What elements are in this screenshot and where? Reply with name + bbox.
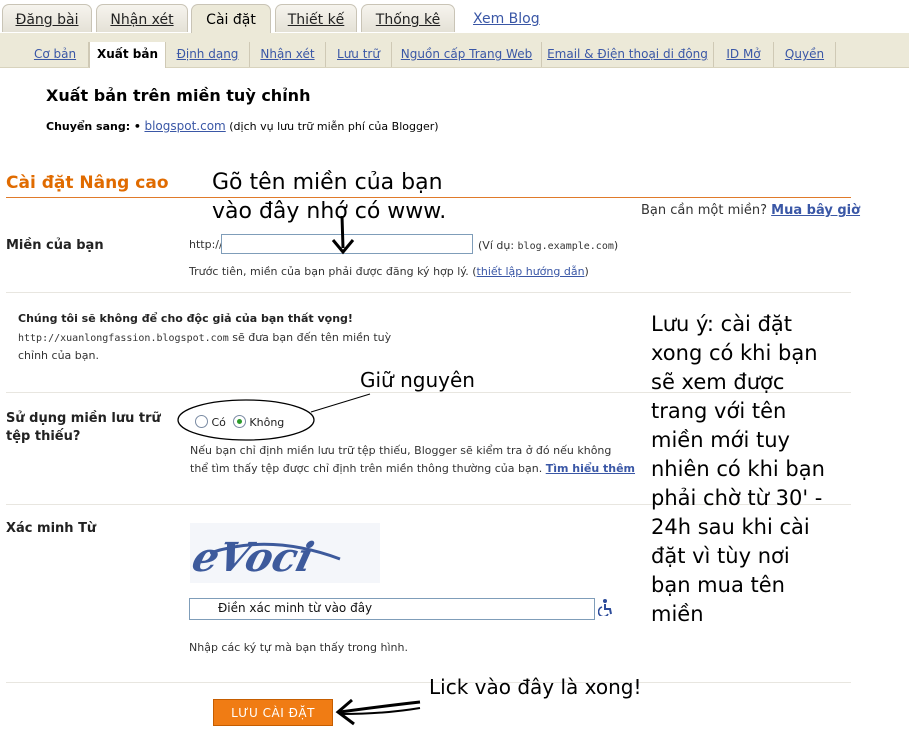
captcha-image: eVoci	[190, 523, 380, 583]
annotation-note-line: Lưu ý: cài đặt	[651, 312, 793, 336]
subtab-openid[interactable]: ID Mở	[714, 42, 774, 67]
missing-files-help-text2: thể tìm thấy tệp được chỉ định trên miền…	[190, 462, 543, 475]
domain-label: Miền của bạn	[6, 238, 104, 253]
promise-line1: http://xuanlongfassion.blogspot.com sẽ đ…	[18, 331, 391, 344]
domain-example-suffix: )	[613, 239, 619, 252]
annotation-enter-domain-line1: Gõ tên miền của bạn	[212, 170, 443, 195]
annotation-click-here: Lick vào đây là xong!	[429, 675, 642, 699]
verify-label: Xác minh Từ	[6, 521, 97, 536]
annotation-note-line: trang với tên	[651, 399, 787, 423]
switch-note: (dịch vụ lưu trữ miễn phí của Blogger)	[229, 120, 439, 133]
annotation-note-line: 24h sau khi cài	[651, 515, 810, 539]
http-prefix: http://	[189, 238, 223, 251]
missing-files-help: Nếu bạn chỉ định miền lưu trữ tệp thiếu,…	[190, 442, 635, 478]
switch-row: Chuyển sang: • blogspot.com (dịch vụ lưu…	[46, 119, 439, 133]
arrow-down-icon	[331, 215, 355, 255]
ellipse-highlight	[177, 393, 371, 441]
annotation-keep: Giữ nguyên	[360, 368, 475, 392]
promise-title: Chúng tôi sẽ không để cho độc giả của bạ…	[18, 312, 353, 325]
save-settings-button[interactable]: LƯU CÀI ĐẶT	[213, 699, 333, 726]
tab-stats-label: Thống kê	[375, 12, 441, 28]
view-blog-link[interactable]: Xem Blog	[473, 11, 540, 27]
tab-comments-label: Nhận xét	[110, 12, 174, 28]
annotation-note-line: xong có khi bạn	[651, 341, 818, 365]
captcha-text: eVoci	[190, 534, 318, 581]
buy-domain-link[interactable]: Mua bây giờ	[771, 203, 860, 218]
tab-comments[interactable]: Nhận xét	[96, 4, 188, 32]
switch-blogspot-link[interactable]: blogspot.com	[144, 119, 225, 133]
domain-note: Trước tiên, miền của bạn phải được đăng …	[189, 265, 589, 278]
missing-files-help-line2: thể tìm thấy tệp được chỉ định trên miền…	[190, 460, 635, 478]
tab-settings-label: Cài đặt	[206, 12, 256, 28]
tab-posting[interactable]: Đăng bài	[2, 4, 92, 32]
tab-stats[interactable]: Thống kê	[361, 4, 455, 32]
annotation-note: Lưu ý: cài đặt xong có khi bạn sẽ xem đư…	[651, 310, 825, 629]
annotation-note-line: sẽ xem được	[651, 370, 785, 394]
main-tab-bar: Đăng bài Nhận xét Cài đặt Thiết kế Thống…	[0, 0, 909, 34]
advanced-settings-title: Cài đặt Nâng cao	[6, 173, 169, 193]
tab-posting-label: Đăng bài	[15, 12, 79, 28]
need-domain-text: Bạn cần một miền?	[641, 203, 768, 218]
annotation-note-line: miền mới tuy	[651, 428, 790, 452]
subtab-site-feed[interactable]: Nguồn cấp Trang Web	[392, 42, 542, 67]
annotation-note-line: miền	[651, 602, 704, 626]
missing-files-label-line1: Sử dụng miền lưu trữ	[6, 411, 161, 426]
domain-note-end: )	[584, 265, 589, 278]
domain-example: (Ví dụ: blog.example.com)	[478, 239, 618, 252]
settings-subtab-bar: Cơ bản Xuất bản Định dạng Nhận xét Lưu t…	[0, 42, 909, 68]
annotation-note-line: bạn mua tên	[651, 573, 785, 597]
promise-text2: chỉnh của bạn.	[18, 349, 99, 362]
annotation-note-line: nhiên có khi bạn	[651, 457, 825, 481]
subtab-publishing[interactable]: Xuất bản	[89, 42, 166, 68]
tab-underbar	[0, 33, 909, 42]
domain-note-text: Trước tiên, miền của bạn phải được đăng …	[189, 265, 477, 278]
captcha-hint: Nhập các ký tự mà bạn thấy trong hình.	[189, 641, 408, 654]
subtab-archiving[interactable]: Lưu trữ	[326, 42, 392, 67]
domain-example-value: blog.example.com	[517, 241, 614, 252]
subtab-comments[interactable]: Nhận xét	[250, 42, 326, 67]
promise-text1: sẽ đưa bạn đến tên miền tuỳ	[232, 331, 392, 344]
missing-files-label-line2: tệp thiếu?	[6, 429, 81, 444]
subtab-basic[interactable]: Cơ bản	[22, 42, 89, 67]
tab-layout[interactable]: Thiết kế	[275, 4, 357, 32]
tab-layout-label: Thiết kế	[287, 12, 345, 28]
domain-example-prefix: (Ví dụ:	[478, 239, 515, 252]
missing-files-label: Sử dụng miền lưu trữ tệp thiếu?	[6, 410, 161, 446]
accessibility-icon[interactable]	[598, 598, 614, 616]
captcha-input[interactable]: Điền xác minh từ vào đây	[189, 598, 595, 620]
learn-more-link[interactable]: Tìm hiểu thêm	[546, 462, 635, 475]
missing-files-help-line1: Nếu bạn chỉ định miền lưu trữ tệp thiếu,…	[190, 444, 612, 457]
switch-label: Chuyển sang: •	[46, 120, 141, 133]
tab-settings[interactable]: Cài đặt	[191, 4, 271, 34]
page-title: Xuất bản trên miền tuỳ chỉnh	[46, 86, 311, 105]
subtab-formatting[interactable]: Định dạng	[166, 42, 250, 67]
setup-guide-link[interactable]: thiết lập hướng dẫn	[477, 265, 585, 278]
subtab-email-mobile[interactable]: Email & Điện thoại di động	[542, 42, 714, 67]
annotation-note-line: đặt vì tùy nơi	[651, 544, 790, 568]
arrow-left-icon	[335, 698, 421, 726]
annotation-note-line: phải chờ từ 30' -	[651, 486, 823, 510]
subtab-permissions[interactable]: Quyền	[774, 42, 836, 67]
promise-url: http://xuanlongfassion.blogspot.com	[18, 333, 229, 344]
row-divider	[6, 292, 851, 293]
need-domain-row: Bạn cần một miền? Mua bây giờ	[641, 203, 860, 218]
